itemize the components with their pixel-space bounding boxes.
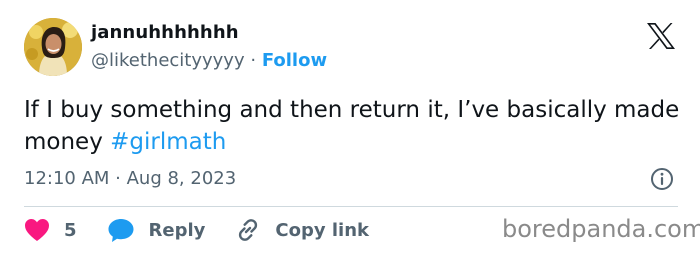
divider [24, 206, 678, 207]
x-logo-icon[interactable] [646, 22, 676, 50]
follow-button[interactable]: Follow [262, 50, 327, 71]
author-display-name[interactable]: jannuhhhhhhh [91, 22, 239, 43]
like-count: 5 [64, 219, 77, 241]
hashtag-link[interactable]: #girlmath [110, 129, 226, 155]
like-button[interactable]: 5 [24, 218, 77, 242]
author-handle[interactable]: @likethecityyyyy [91, 50, 245, 71]
handle-separator: · [250, 50, 257, 71]
watermark: boredpanda.com [502, 215, 700, 243]
reply-bubble-icon [107, 217, 135, 243]
link-icon [235, 217, 261, 243]
action-bar: 5 Reply Copy link [24, 214, 369, 246]
tweet-timestamp[interactable]: 12:10 AM · Aug 8, 2023 [24, 168, 236, 189]
copy-link-label: Copy link [275, 219, 369, 241]
avatar[interactable] [24, 18, 82, 76]
reply-button[interactable]: Reply [107, 217, 206, 243]
tweet-text: If I buy something and then return it, I… [24, 94, 684, 158]
author-handle-row: @likethecityyyyy · Follow [91, 50, 327, 71]
heart-icon [24, 218, 50, 242]
reply-label: Reply [148, 219, 206, 241]
info-icon[interactable] [650, 167, 674, 191]
copy-link-button[interactable]: Copy link [235, 217, 369, 243]
